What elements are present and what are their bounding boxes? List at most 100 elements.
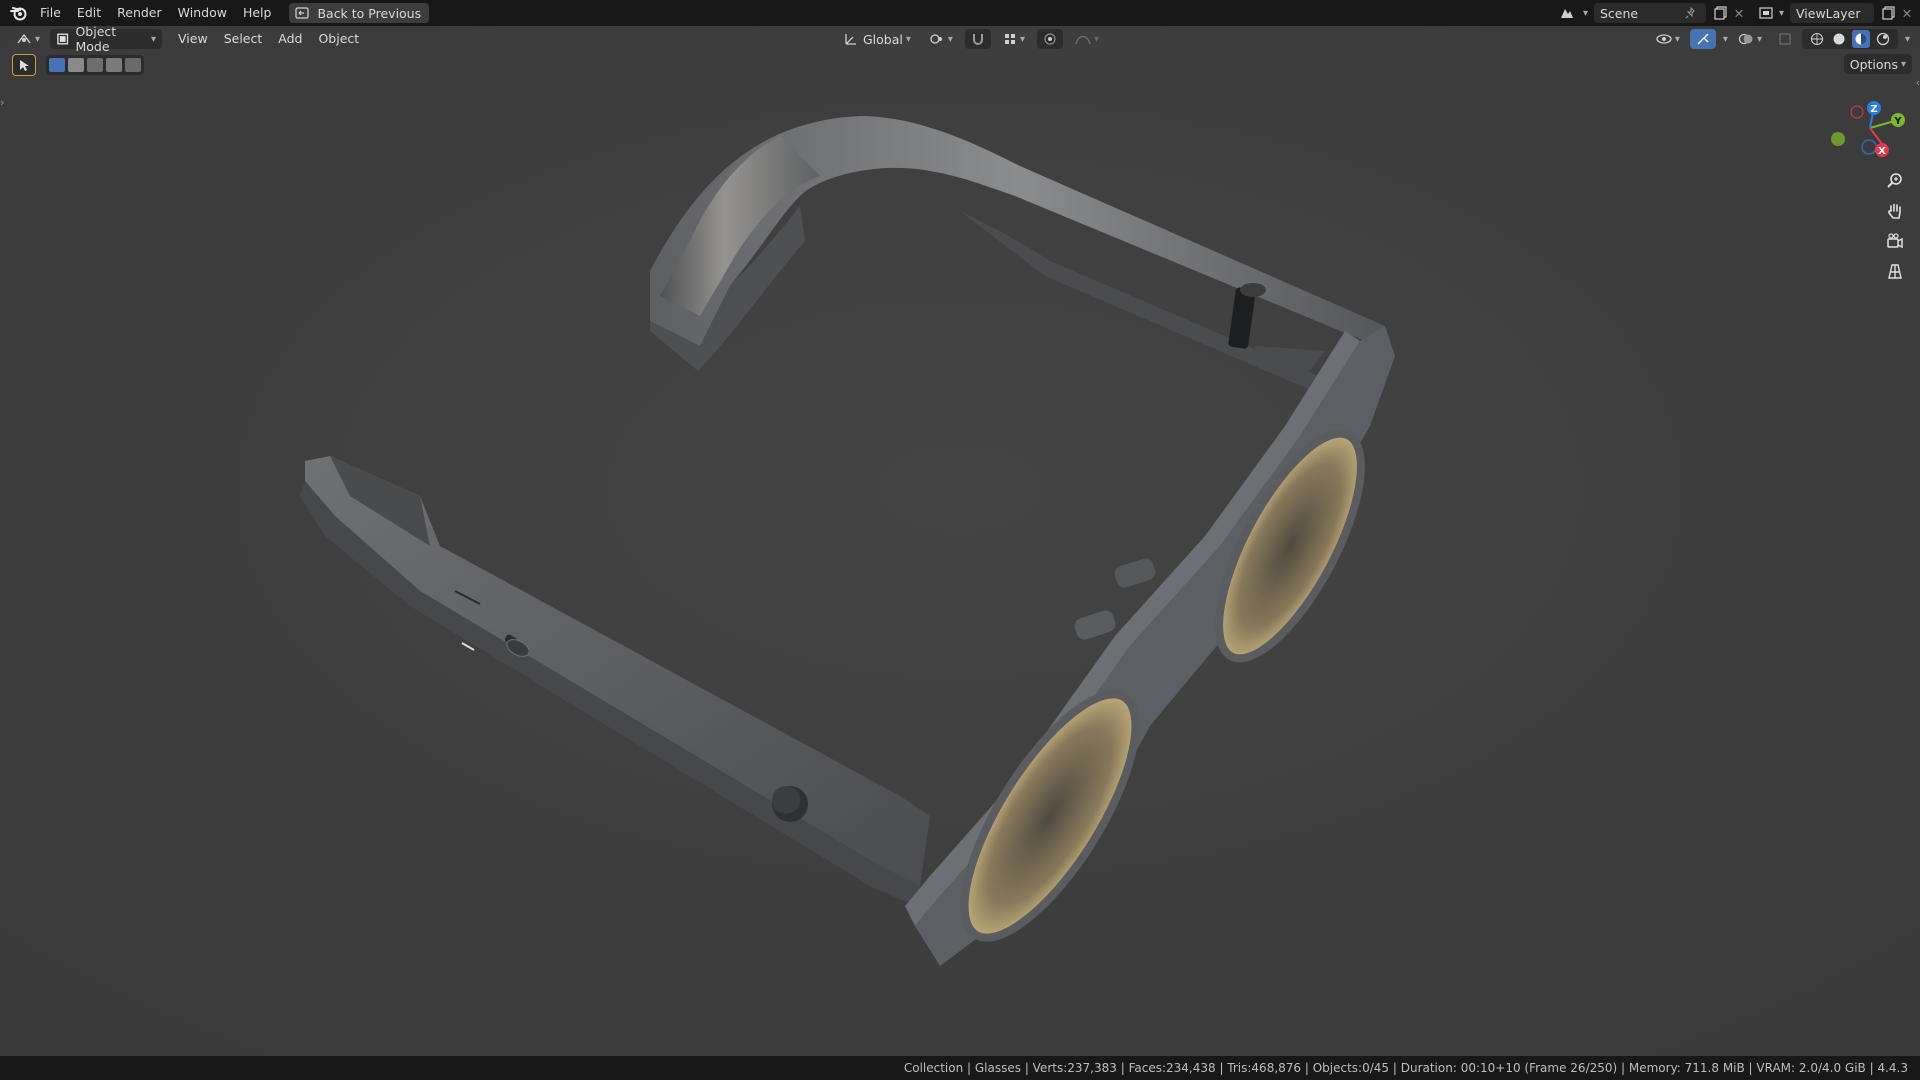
options-dropdown[interactable]: Options ▾ bbox=[1843, 54, 1912, 74]
menu-help[interactable]: Help bbox=[235, 2, 280, 24]
pan-button[interactable] bbox=[1882, 198, 1908, 224]
falloff-dropdown[interactable]: ▾ bbox=[1069, 29, 1105, 49]
menu-edit[interactable]: Edit bbox=[69, 2, 109, 24]
gizmo-x-label: X bbox=[1878, 146, 1886, 157]
snap-grid-icon bbox=[1004, 34, 1015, 44]
subtract-selection-icon[interactable] bbox=[87, 58, 103, 72]
close-scene-icon[interactable]: ✕ bbox=[1730, 4, 1748, 22]
chevron-down-icon[interactable]: ▾ bbox=[1779, 8, 1784, 19]
chevron-down-icon: ▾ bbox=[151, 33, 157, 45]
visibility-dropdown[interactable]: ▾ bbox=[1650, 29, 1686, 49]
eye-icon bbox=[1656, 34, 1672, 44]
overlays-toggle[interactable]: ▾ bbox=[1732, 29, 1768, 49]
proportional-editing-toggle[interactable] bbox=[1036, 29, 1063, 49]
camera-icon bbox=[1887, 233, 1903, 249]
select-tool-button[interactable] bbox=[12, 54, 36, 76]
scene-browse-icon[interactable] bbox=[1558, 4, 1576, 22]
chevron-down-icon[interactable]: ▾ bbox=[1583, 8, 1588, 19]
chevron-down-icon: ▾ bbox=[1900, 58, 1906, 70]
rendered-shading-icon[interactable] bbox=[1874, 30, 1892, 48]
scene-name-field[interactable]: Scene bbox=[1593, 3, 1706, 23]
viewport-menu-view[interactable]: View bbox=[170, 28, 216, 50]
top-bar: File Edit Render Window Help Back to Pre… bbox=[0, 0, 1920, 26]
extend-selection-icon[interactable] bbox=[68, 58, 84, 72]
tool-row bbox=[12, 54, 144, 76]
viewport-display-controls: ▾ ▾ ▾ ▾ bbox=[1650, 29, 1910, 49]
view-layer-field[interactable]: ViewLayer bbox=[1790, 3, 1874, 23]
shading-modes bbox=[1801, 29, 1898, 49]
top-right-area: ▾ Scene ✕ ▾ ViewLayer ✕ bbox=[1558, 0, 1920, 26]
menu-window[interactable]: Window bbox=[170, 2, 235, 24]
chevron-down-icon: ▾ bbox=[905, 33, 911, 45]
menu-render[interactable]: Render bbox=[109, 2, 170, 24]
magnet-icon bbox=[972, 34, 983, 45]
proportional-icon bbox=[1044, 33, 1056, 45]
viewport-menu-object[interactable]: Object bbox=[310, 28, 367, 50]
xray-toggle[interactable] bbox=[1772, 29, 1798, 49]
chevron-down-icon: ▾ bbox=[1093, 33, 1099, 45]
chevron-down-icon: ▾ bbox=[1019, 33, 1025, 45]
chevron-down-icon[interactable]: ▾ bbox=[1905, 34, 1910, 45]
options-label: Options bbox=[1849, 56, 1898, 72]
pin-icon[interactable] bbox=[1682, 4, 1700, 22]
invert-selection-icon[interactable] bbox=[106, 58, 122, 72]
back-to-previous-button[interactable]: Back to Previous bbox=[289, 3, 430, 23]
perspective-toggle-button[interactable] bbox=[1882, 258, 1908, 284]
gizmo-toggle[interactable] bbox=[1689, 29, 1716, 49]
cursor-select-icon bbox=[20, 60, 29, 71]
gizmo-z-label: Z bbox=[1870, 104, 1877, 115]
close-view-layer-icon[interactable]: ✕ bbox=[1898, 4, 1916, 22]
material-preview-shading-icon[interactable] bbox=[1851, 30, 1870, 48]
orientation-axes-icon bbox=[845, 34, 856, 45]
intersect-selection-icon[interactable] bbox=[125, 58, 141, 72]
sidebar-expand-arrow-icon[interactable]: ‹ bbox=[1916, 76, 1920, 89]
mode-selector[interactable]: Object Mode ▾ bbox=[50, 26, 163, 54]
snap-target-dropdown[interactable]: ▾ bbox=[997, 29, 1031, 49]
navigation-gizmo[interactable]: Y Z X bbox=[1830, 88, 1910, 168]
back-to-previous-label: Back to Previous bbox=[317, 5, 422, 21]
transform-controls: Global ▾ ▾ ▾ ▾ bbox=[838, 29, 1105, 49]
view-layer-name: ViewLayer bbox=[1796, 5, 1861, 21]
zoom-button[interactable] bbox=[1882, 168, 1908, 194]
scene-name: Scene bbox=[1599, 5, 1639, 21]
xray-icon bbox=[1779, 33, 1791, 45]
chevron-down-icon: ▾ bbox=[947, 33, 953, 45]
view-layer-browse-icon[interactable] bbox=[1758, 4, 1776, 22]
status-bar: Collection | Glasses | Verts:237,383 | F… bbox=[0, 1056, 1920, 1080]
blender-logo-icon[interactable] bbox=[6, 2, 32, 24]
new-scene-icon[interactable] bbox=[1712, 4, 1730, 22]
viewport-menu-select[interactable]: Select bbox=[216, 28, 271, 50]
3d-viewport[interactable]: ▾ Object Mode ▾ View Select Add Object G… bbox=[0, 26, 1920, 1056]
camera-view-button[interactable] bbox=[1882, 228, 1908, 254]
viewport-header: ▾ Object Mode ▾ View Select Add Object G… bbox=[0, 26, 1920, 54]
pivot-icon bbox=[930, 34, 942, 44]
gizmo-icon bbox=[1697, 33, 1709, 45]
overlays-icon bbox=[1738, 33, 1753, 45]
editor-type-icon bbox=[17, 33, 31, 44]
selection-mode-group bbox=[46, 55, 144, 75]
screen-back-icon bbox=[293, 4, 311, 22]
wireframe-shading-icon[interactable] bbox=[1808, 30, 1826, 48]
mode-label: Object Mode bbox=[75, 26, 117, 54]
snap-toggle[interactable] bbox=[964, 29, 991, 49]
viewport-menu-add[interactable]: Add bbox=[270, 28, 310, 50]
chevron-down-icon: ▾ bbox=[1674, 33, 1680, 45]
hand-icon bbox=[1888, 203, 1901, 219]
pivot-point-dropdown[interactable]: ▾ bbox=[923, 29, 959, 49]
falloff-curve-icon bbox=[1075, 35, 1091, 45]
grid-perspective-icon bbox=[1888, 264, 1902, 279]
transform-orientation-dropdown[interactable]: Global ▾ bbox=[838, 29, 917, 49]
set-selection-icon[interactable] bbox=[49, 58, 65, 72]
chevron-down-icon: ▾ bbox=[1756, 33, 1762, 45]
glasses-model bbox=[0, 26, 1920, 1056]
object-mode-icon bbox=[57, 33, 69, 45]
new-view-layer-icon[interactable] bbox=[1880, 4, 1898, 22]
editor-type-button[interactable]: ▾ bbox=[10, 29, 46, 49]
gizmo-y-label: Y bbox=[1893, 116, 1902, 127]
orientation-label: Global bbox=[863, 31, 903, 47]
solid-shading-icon[interactable] bbox=[1830, 30, 1848, 48]
menu-file[interactable]: File bbox=[32, 2, 69, 24]
chevron-down-icon[interactable]: ▾ bbox=[1723, 34, 1728, 45]
toolbar-expand-arrow-icon[interactable]: › bbox=[0, 96, 4, 109]
zoom-magnifier-icon bbox=[1887, 173, 1902, 188]
